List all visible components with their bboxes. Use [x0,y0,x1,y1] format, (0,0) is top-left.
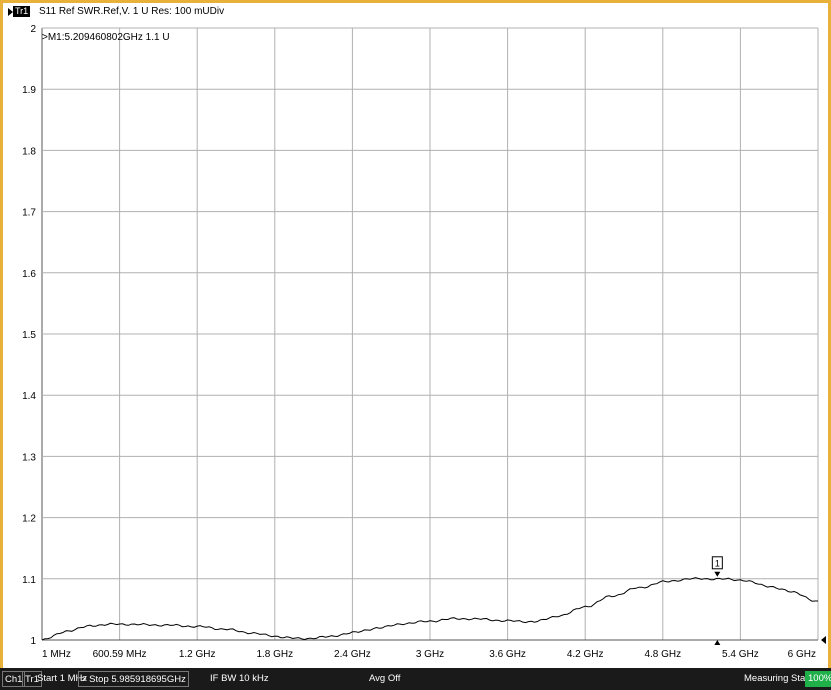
x-tick-label: 3 GHz [416,649,444,660]
marker-label: 1 [715,558,720,568]
x-tick-label: 5.4 GHz [722,649,759,660]
y-tick-label: 1.6 [22,269,36,280]
x-tick-label: 600.59 MHz [93,649,147,660]
measuring-state-percent: 100% [805,671,831,687]
x-tick-label: 2.4 GHz [334,649,371,660]
x-tick-label: 6 GHz [788,649,816,660]
y-tick-label: 1.2 [22,514,36,525]
y-tick-label: 1.8 [22,146,36,157]
y-axis-ticks: 2 1.9 1.8 1.7 1.6 1.5 1.4 1.3 1.2 1.1 1 [22,24,36,647]
marker-triangle-icon [714,571,721,577]
y-tick-label: 1.3 [22,452,36,463]
swr-plot[interactable]: 2 1.9 1.8 1.7 1.6 1.5 1.4 1.3 1.2 1.1 1 1 MHz 600.5… [0,0,831,668]
y-tick-label: 1.5 [22,330,36,341]
scroll-right-arrow-icon [821,636,826,644]
measuring-state-label: Measuring State [744,673,814,684]
marker-axis-triangle-icon [714,640,721,645]
x-tick-label: 1.8 GHz [256,649,293,660]
y-tick-label: 1 [30,636,36,647]
y-tick-label: 1.7 [22,208,36,219]
averaging-status[interactable]: Avg Off [369,671,400,687]
grid [41,27,819,641]
x-tick-label: 1.2 GHz [179,649,216,660]
marker-readout: >M1:5.209460802GHz 1.1 U [42,32,170,43]
stop-frequency[interactable]: > Stop 5.985918695GHz [78,671,189,687]
y-tick-label: 1.4 [22,391,36,402]
if-bandwidth[interactable]: IF BW 10 kHz [210,671,269,687]
y-tick-label: 1.1 [22,575,36,586]
x-tick-label: 4.8 GHz [644,649,681,660]
x-tick-label: 1 MHz [42,649,71,660]
y-tick-label: 2 [30,24,36,35]
y-tick-label: 1.9 [22,85,36,96]
marker-1[interactable]: 1 [711,556,826,645]
x-tick-label: 4.2 GHz [567,649,604,660]
status-bar: Ch1 Tr1 Start 1 MHz > Stop 5.985918695GH… [0,668,831,690]
x-axis-ticks: 1 MHz 600.59 MHz 1.2 GHz 1.8 GHz 2.4 GHz 3 GH… [42,649,816,660]
x-tick-label: 3.6 GHz [489,649,526,660]
